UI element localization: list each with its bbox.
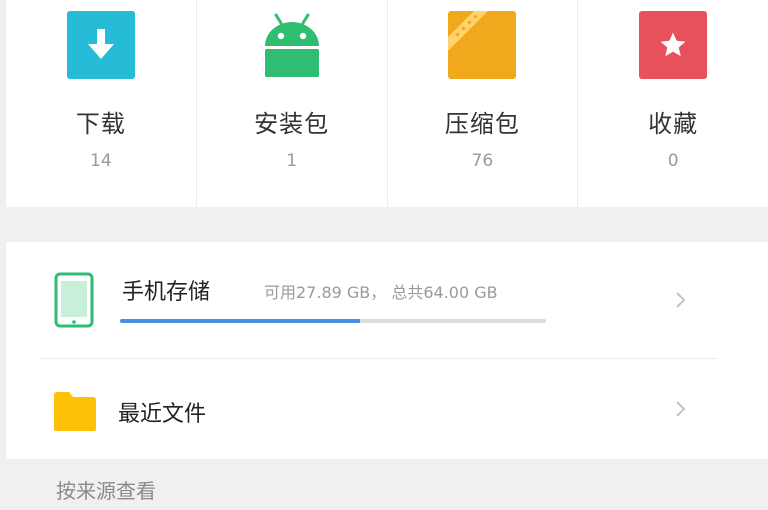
- category-label: 安装包: [254, 110, 330, 138]
- folder-icon: [54, 392, 96, 431]
- phone-storage-row[interactable]: 手机存储 可用27.89 GB， 总共64.00 GB: [6, 242, 768, 358]
- download-icon: [66, 11, 135, 79]
- phone-icon: [54, 272, 94, 328]
- category-count: 1: [286, 151, 298, 171]
- category-grid: 下载 14 安装包 1 压缩包 76 收藏 0: [6, 0, 768, 207]
- android-icon: [258, 11, 326, 79]
- star-icon: [639, 11, 708, 79]
- archive-icon: [448, 11, 517, 79]
- category-label: 下载: [75, 110, 126, 138]
- storage-list: 手机存储 可用27.89 GB， 总共64.00 GB 最近文件: [6, 242, 768, 459]
- storage-progress-fill: [120, 319, 361, 323]
- storage-capacity: 可用27.89 GB， 总共64.00 GB: [264, 283, 498, 302]
- recent-files-row[interactable]: 最近文件: [6, 359, 768, 459]
- category-label: 压缩包: [444, 110, 520, 138]
- category-count: 76: [471, 151, 494, 171]
- section-header: 按来源查看: [6, 459, 768, 510]
- category-archive[interactable]: 压缩包 76: [388, 0, 579, 207]
- section-title: 按来源查看: [56, 479, 156, 503]
- storage-progress-bar: [120, 319, 546, 323]
- category-count: 14: [90, 151, 112, 171]
- category-count: 0: [667, 151, 679, 171]
- category-apk[interactable]: 安装包 1: [197, 0, 388, 207]
- file-manager-page: 下载 14 安装包 1 压缩包 76 收藏 0 手机存储 可用27.89 GB，…: [0, 0, 768, 510]
- chevron-right-icon: [676, 292, 686, 308]
- category-download[interactable]: 下载 14: [6, 0, 197, 207]
- category-label: 收藏: [648, 110, 699, 138]
- recent-files-title: 最近文件: [118, 402, 207, 427]
- chevron-right-icon: [676, 401, 686, 417]
- storage-title: 手机存储: [122, 280, 211, 305]
- category-favorites[interactable]: 收藏 0: [578, 0, 768, 207]
